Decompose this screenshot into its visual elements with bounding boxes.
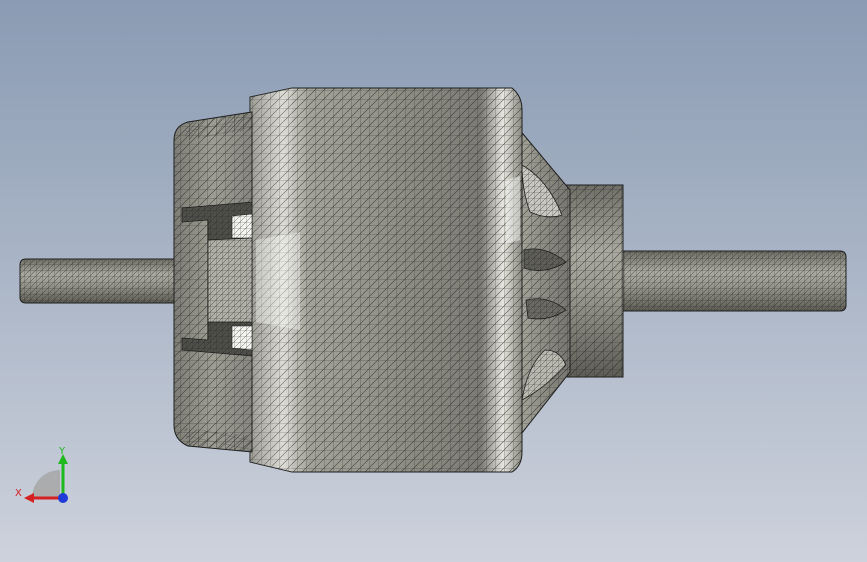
triad-y-label: Y [58,446,66,457]
housing-highlight [256,232,300,330]
triad-z-axis [58,493,68,503]
left-end-cap[interactable] [173,111,253,453]
left-shaft[interactable] [19,258,181,304]
viewport-canvas[interactable]: X Y [0,0,867,562]
right-hub[interactable] [565,184,624,378]
right-shaft[interactable] [617,250,847,312]
cone-highlight [506,176,520,244]
graphics-viewport[interactable]: X Y [0,0,867,562]
triad-x-label: X [15,488,22,499]
